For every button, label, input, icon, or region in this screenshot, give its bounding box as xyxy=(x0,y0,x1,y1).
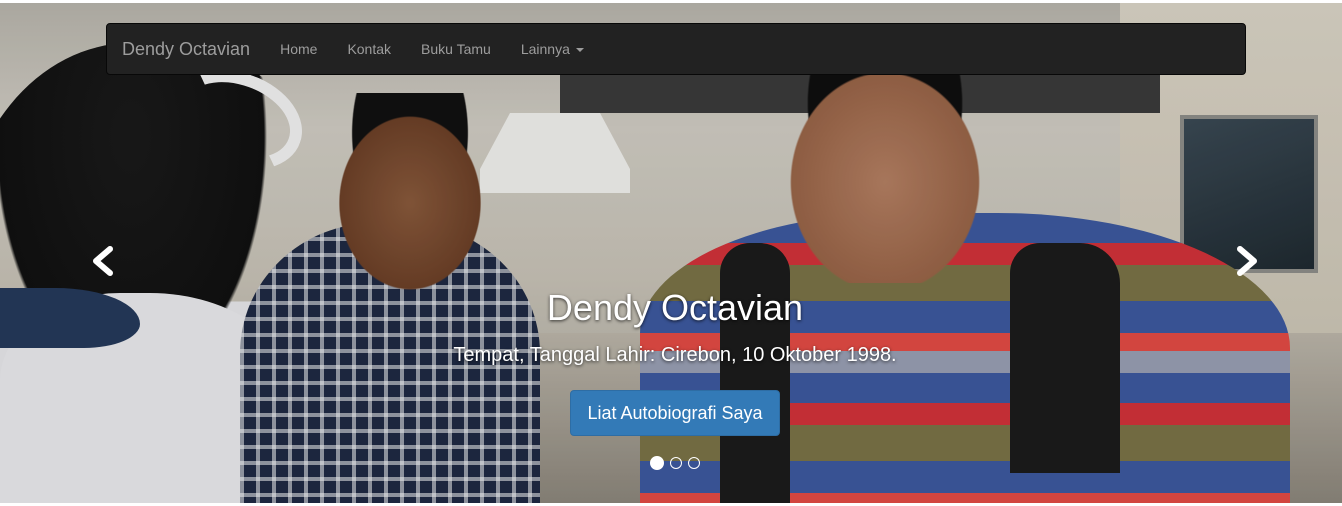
hero-carousel: Dendy Octavian Tempat, Tanggal Lahir: Ci… xyxy=(0,3,1342,503)
carousel-indicators xyxy=(0,456,1342,470)
navbar-brand[interactable]: Dendy Octavian xyxy=(107,39,265,59)
chevron-right-icon xyxy=(1226,241,1266,281)
carousel-next-button[interactable] xyxy=(1226,241,1266,281)
carousel-indicator-1[interactable] xyxy=(650,456,664,470)
caption-subtitle: Tempat, Tanggal Lahir: Cirebon, 10 Oktob… xyxy=(453,344,897,366)
carousel-indicator-2[interactable] xyxy=(670,457,682,469)
top-navbar: Dendy Octavian Home Kontak Buku Tamu Lai… xyxy=(106,23,1246,75)
nav-item-lainnya-label: Lainnya xyxy=(520,41,570,57)
carousel-prev-button[interactable] xyxy=(84,241,124,281)
autobiography-button[interactable]: Liat Autobiografi Saya xyxy=(570,390,780,436)
caption-title: Dendy Octavian xyxy=(546,287,804,328)
nav-item-kontak[interactable]: Kontak xyxy=(332,24,406,74)
carousel-caption: Dendy Octavian Tempat, Tanggal Lahir: Ci… xyxy=(0,283,1342,436)
caret-down-icon xyxy=(575,48,584,53)
carousel-indicator-3[interactable] xyxy=(688,457,700,469)
nav-item-lainnya-dropdown[interactable]: Lainnya xyxy=(506,24,599,74)
nav-item-home[interactable]: Home xyxy=(265,24,332,74)
chevron-left-icon xyxy=(84,241,124,281)
nav-item-buku-tamu[interactable]: Buku Tamu xyxy=(406,24,506,74)
